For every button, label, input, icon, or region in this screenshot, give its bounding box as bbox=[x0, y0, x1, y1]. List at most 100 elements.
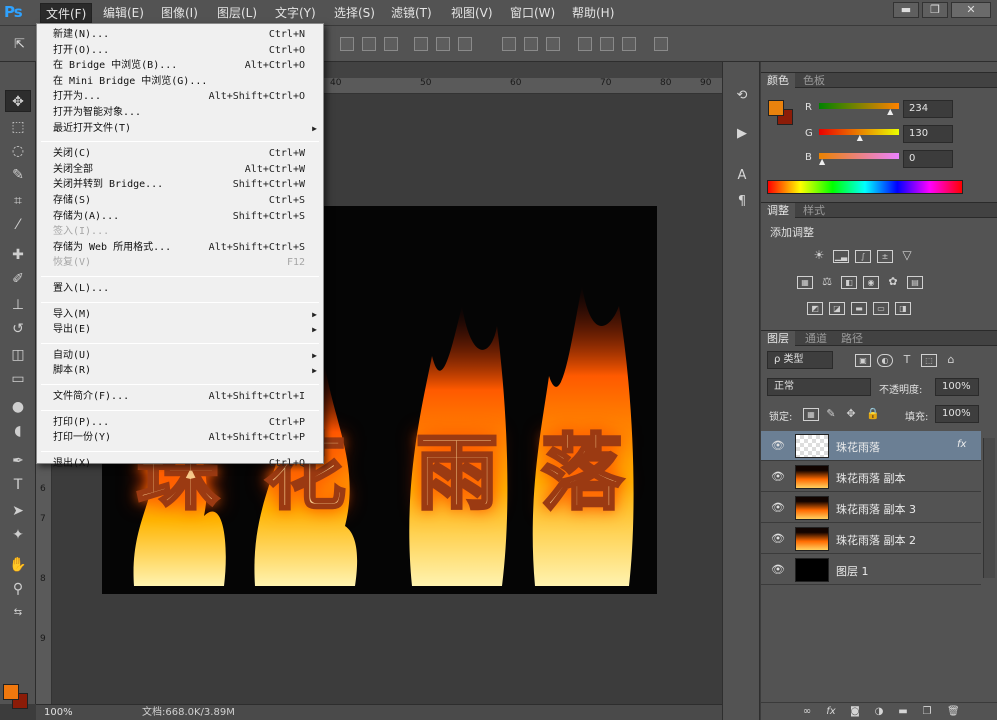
paragraph-icon[interactable]: ¶ bbox=[731, 192, 753, 212]
fx-menu-icon[interactable]: fx bbox=[825, 706, 837, 718]
quick-select-tool-icon[interactable]: ✎ bbox=[5, 164, 31, 186]
close-icon[interactable]: ✕ bbox=[951, 2, 991, 18]
distribute-vcenter-icon[interactable] bbox=[524, 37, 538, 51]
file-menu-item[interactable]: 存储为(A)... Shift+Ctrl+S bbox=[37, 209, 323, 224]
file-menu-item[interactable]: 关闭全部 Alt+Ctrl+W bbox=[37, 162, 323, 177]
document-size[interactable]: 文档:668.0K/3.89M bbox=[142, 705, 235, 720]
file-menu-item[interactable]: 脚本(R) ▶ bbox=[37, 363, 323, 378]
hand-tool-icon[interactable]: ✋ bbox=[5, 554, 31, 576]
distribute-right-icon[interactable] bbox=[622, 37, 636, 51]
slider-thumb-icon[interactable]: ▲ bbox=[887, 107, 893, 116]
eye-icon[interactable]: 👁 bbox=[771, 532, 785, 545]
filter-type-icon[interactable]: T bbox=[899, 354, 915, 367]
lock-transparent-icon[interactable]: ▦ bbox=[803, 408, 819, 421]
file-menu-item[interactable]: 新建(N)... Ctrl+N bbox=[37, 27, 323, 42]
file-menu-item[interactable]: 存储为 Web 所用格式... Alt+Shift+Ctrl+S bbox=[37, 240, 323, 255]
file-menu-item[interactable]: 存储(S) Ctrl+S bbox=[37, 193, 323, 208]
lasso-tool-icon[interactable]: ◌ bbox=[5, 140, 31, 162]
file-menu-item[interactable]: 打开为... Alt+Shift+Ctrl+O bbox=[37, 89, 323, 104]
clone-stamp-tool-icon[interactable]: ⊥ bbox=[5, 294, 31, 316]
foreground-color-swatch[interactable] bbox=[3, 684, 19, 700]
zoom-tool-icon[interactable]: ⚲ bbox=[5, 578, 31, 600]
brightness-icon[interactable]: ☀ bbox=[811, 249, 827, 263]
file-menu-item[interactable]: 关闭(C) Ctrl+W bbox=[37, 146, 323, 161]
pen-tool-icon[interactable]: ✒ bbox=[5, 450, 31, 472]
lock-pixels-icon[interactable]: ✎ bbox=[823, 408, 839, 421]
add-mask-icon[interactable]: ◙ bbox=[849, 706, 861, 718]
posterize-icon[interactable]: ◪ bbox=[829, 302, 845, 315]
filter-adjust-icon[interactable]: ◐ bbox=[877, 354, 893, 367]
channel-slider-r[interactable]: ▲ bbox=[819, 103, 899, 116]
opacity-input[interactable]: 100% bbox=[935, 378, 979, 396]
layer-row[interactable]: 👁 图层 1 bbox=[761, 555, 981, 585]
dodge-tool-icon[interactable]: ◖ bbox=[5, 420, 31, 442]
levels-icon[interactable]: ▁▃ bbox=[833, 250, 849, 263]
layer-row[interactable]: 👁 珠花雨落 副本 3 bbox=[761, 493, 981, 523]
file-menu-item[interactable]: 自动(U) ▶ bbox=[37, 348, 323, 363]
blend-mode-select[interactable]: 正常 bbox=[767, 378, 871, 396]
gradient-map-icon[interactable]: ▭ bbox=[873, 302, 889, 315]
marquee-tool-icon[interactable]: ⬚ bbox=[5, 116, 31, 138]
threshold-icon[interactable]: ▬ bbox=[851, 302, 867, 315]
layer-row[interactable]: 👁 珠花雨落 fx bbox=[761, 431, 981, 461]
color-foreground-swatch[interactable] bbox=[768, 100, 784, 116]
new-group-icon[interactable]: ▬ bbox=[897, 706, 909, 718]
file-menu-item[interactable]: 导出(E) ▶ bbox=[37, 322, 323, 337]
zoom-level[interactable]: 100% bbox=[44, 705, 73, 720]
blur-tool-icon[interactable]: ● bbox=[5, 396, 31, 418]
eye-icon[interactable]: 👁 bbox=[771, 501, 785, 514]
healing-brush-tool-icon[interactable]: ✚ bbox=[5, 244, 31, 266]
file-menu-item[interactable]: 打开(O)... Ctrl+O bbox=[37, 43, 323, 58]
photo-filter-icon[interactable]: ◉ bbox=[863, 276, 879, 289]
align-top-icon[interactable] bbox=[340, 37, 354, 51]
filter-pixel-icon[interactable]: ▣ bbox=[855, 354, 871, 367]
fx-icon[interactable]: fx bbox=[957, 439, 966, 450]
history-brush-tool-icon[interactable]: ↺ bbox=[5, 318, 31, 340]
file-menu-item[interactable]: 在 Mini Bridge 中浏览(G)... bbox=[37, 74, 323, 89]
new-layer-icon[interactable]: ❐ bbox=[921, 706, 933, 718]
actions-icon[interactable]: ▶ bbox=[731, 124, 753, 144]
tab-adjustments[interactable]: 调整 bbox=[761, 203, 795, 218]
menu-type[interactable]: 文字(Y) bbox=[270, 3, 321, 23]
file-menu-item[interactable]: 最近打开文件(T) ▶ bbox=[37, 121, 323, 136]
eye-icon[interactable]: 👁 bbox=[771, 470, 785, 483]
tab-color[interactable]: 颜色 bbox=[761, 73, 795, 88]
align-vcenter-icon[interactable] bbox=[362, 37, 376, 51]
curves-icon[interactable]: ∫ bbox=[855, 250, 871, 263]
channel-value-g[interactable]: 130 bbox=[903, 125, 953, 143]
tab-paths[interactable]: 路径 bbox=[835, 331, 869, 346]
selective-color-icon[interactable]: ◨ bbox=[895, 302, 911, 315]
menu-edit[interactable]: 编辑(E) bbox=[98, 3, 149, 23]
path-select-tool-icon[interactable]: ➤ bbox=[5, 500, 31, 522]
channel-value-b[interactable]: 0 bbox=[903, 150, 953, 168]
file-menu-item[interactable]: 打印(P)... Ctrl+P bbox=[37, 415, 323, 430]
layer-row[interactable]: 👁 珠花雨落 副本 bbox=[761, 462, 981, 492]
color-spectrum-bar[interactable] bbox=[767, 180, 963, 194]
vibrance-icon[interactable]: ▽ bbox=[899, 249, 915, 263]
lock-position-icon[interactable]: ✥ bbox=[843, 408, 859, 421]
minimize-icon[interactable]: ▬ bbox=[893, 2, 919, 18]
menu-select[interactable]: 选择(S) bbox=[329, 3, 380, 23]
shape-tool-icon[interactable]: ✦ bbox=[5, 524, 31, 546]
type-tool-icon[interactable]: T bbox=[5, 474, 31, 496]
link-icon[interactable]: ∞ bbox=[801, 706, 813, 718]
move-tool-icon[interactable]: ✥ bbox=[5, 90, 31, 112]
menu-image[interactable]: 图像(I) bbox=[156, 3, 203, 23]
hue-saturation-icon[interactable]: ▦ bbox=[797, 276, 813, 289]
filter-shape-icon[interactable]: ⬚ bbox=[921, 354, 937, 367]
menu-file[interactable]: 文件(F) bbox=[40, 3, 93, 23]
menu-layer[interactable]: 图层(L) bbox=[212, 3, 262, 23]
slider-thumb-icon[interactable]: ▲ bbox=[857, 133, 863, 142]
lock-all-icon[interactable]: 🔒 bbox=[865, 408, 881, 421]
color-balance-icon[interactable]: ⚖ bbox=[819, 276, 835, 289]
distribute-hcenter-icon[interactable] bbox=[600, 37, 614, 51]
align-bottom-icon[interactable] bbox=[384, 37, 398, 51]
file-menu-item[interactable]: 文件简介(F)... Alt+Shift+Ctrl+I bbox=[37, 389, 323, 404]
align-hcenter-icon[interactable] bbox=[436, 37, 450, 51]
layers-scrollbar[interactable] bbox=[983, 438, 995, 578]
layer-filter-select[interactable]: ρ 类型 bbox=[767, 351, 833, 369]
channel-slider-b[interactable]: ▲ bbox=[819, 153, 899, 166]
auto-align-icon[interactable] bbox=[654, 37, 668, 51]
eraser-tool-icon[interactable]: ◫ bbox=[5, 344, 31, 366]
black-white-icon[interactable]: ◧ bbox=[841, 276, 857, 289]
